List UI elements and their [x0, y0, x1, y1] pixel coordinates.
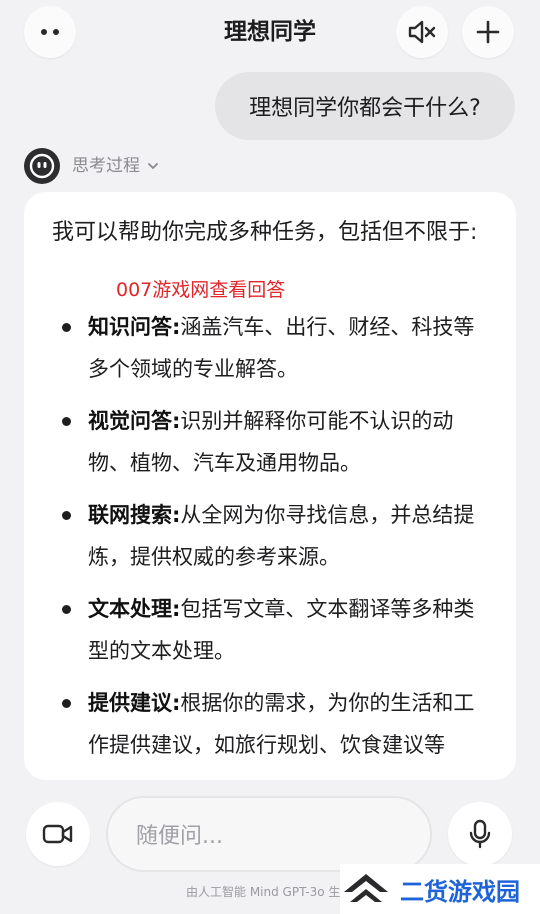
microphone-icon [469, 819, 491, 849]
item-title: 知识问答 [88, 315, 172, 339]
bullet-icon [62, 511, 71, 520]
item-title: 提供建议 [88, 691, 172, 715]
user-message-text: 理想同学你都会干什么? [249, 96, 481, 121]
list-item: 视觉问答:识别并解释你可能不认识的动物、植物、汽车及通用物品。 [52, 400, 492, 484]
user-message-bubble: 理想同学你都会干什么? [215, 72, 515, 140]
item-title: 视觉问答 [88, 409, 172, 433]
brand-name: 二货游戏园 [400, 877, 520, 906]
bullet-icon [62, 417, 71, 426]
bullet-icon [62, 699, 71, 708]
voice-input-button[interactable] [448, 802, 512, 866]
item-title: 联网搜索 [88, 503, 172, 527]
speaker-mute-icon [408, 20, 436, 44]
list-item: 联网搜索:从全网为你寻找信息，并总结提炼，提供权威的参考来源。 [52, 494, 492, 578]
thinking-process-label: 思考过程 [72, 156, 140, 176]
assistant-answer-card: 我可以帮助你完成多种任务，包括但不限于: 007游戏网查看回答 知识问答:涵盖汽… [24, 192, 516, 780]
assistant-avatar [24, 148, 60, 184]
ai-disclaimer: 由人工智能 Mind GPT-3o 生成 [186, 885, 346, 899]
mute-button[interactable] [396, 6, 448, 58]
list-item: 知识问答:涵盖汽车、出行、财经、科技等多个领域的专业解答。 [52, 306, 492, 390]
list-item: 文本处理:包括写文章、文本翻译等多种类型的文本处理。 [52, 588, 492, 672]
brand-watermark: 二货游戏园 [340, 864, 540, 914]
chevron-down-icon [148, 163, 159, 169]
thinking-process-toggle[interactable]: 思考过程 [72, 152, 159, 180]
list-item: 提供建议:根据你的需求，为你的生活和工作提供建议，如旅行规划、饮食建议等 [52, 682, 492, 766]
video-camera-icon [42, 824, 73, 844]
new-chat-button[interactable] [462, 6, 514, 58]
capability-list: 知识问答:涵盖汽车、出行、财经、科技等多个领域的专业解答。 视觉问答:识别并解释… [52, 306, 492, 776]
item-title: 文本处理 [88, 597, 172, 621]
watermark-text: 007游戏网查看回答 [116, 279, 286, 301]
bullet-icon [62, 323, 71, 332]
answer-intro: 我可以帮助你完成多种任务，包括但不限于: [52, 220, 478, 245]
page-title: 理想同学 [224, 19, 316, 45]
plus-icon [476, 20, 500, 44]
robot-face-icon [29, 153, 55, 179]
chat-input-placeholder: 随便问... [136, 824, 223, 849]
video-call-button[interactable] [26, 802, 90, 866]
brand-logo-icon [344, 874, 388, 902]
bullet-icon [62, 605, 71, 614]
chat-input[interactable]: 随便问... [106, 796, 432, 872]
